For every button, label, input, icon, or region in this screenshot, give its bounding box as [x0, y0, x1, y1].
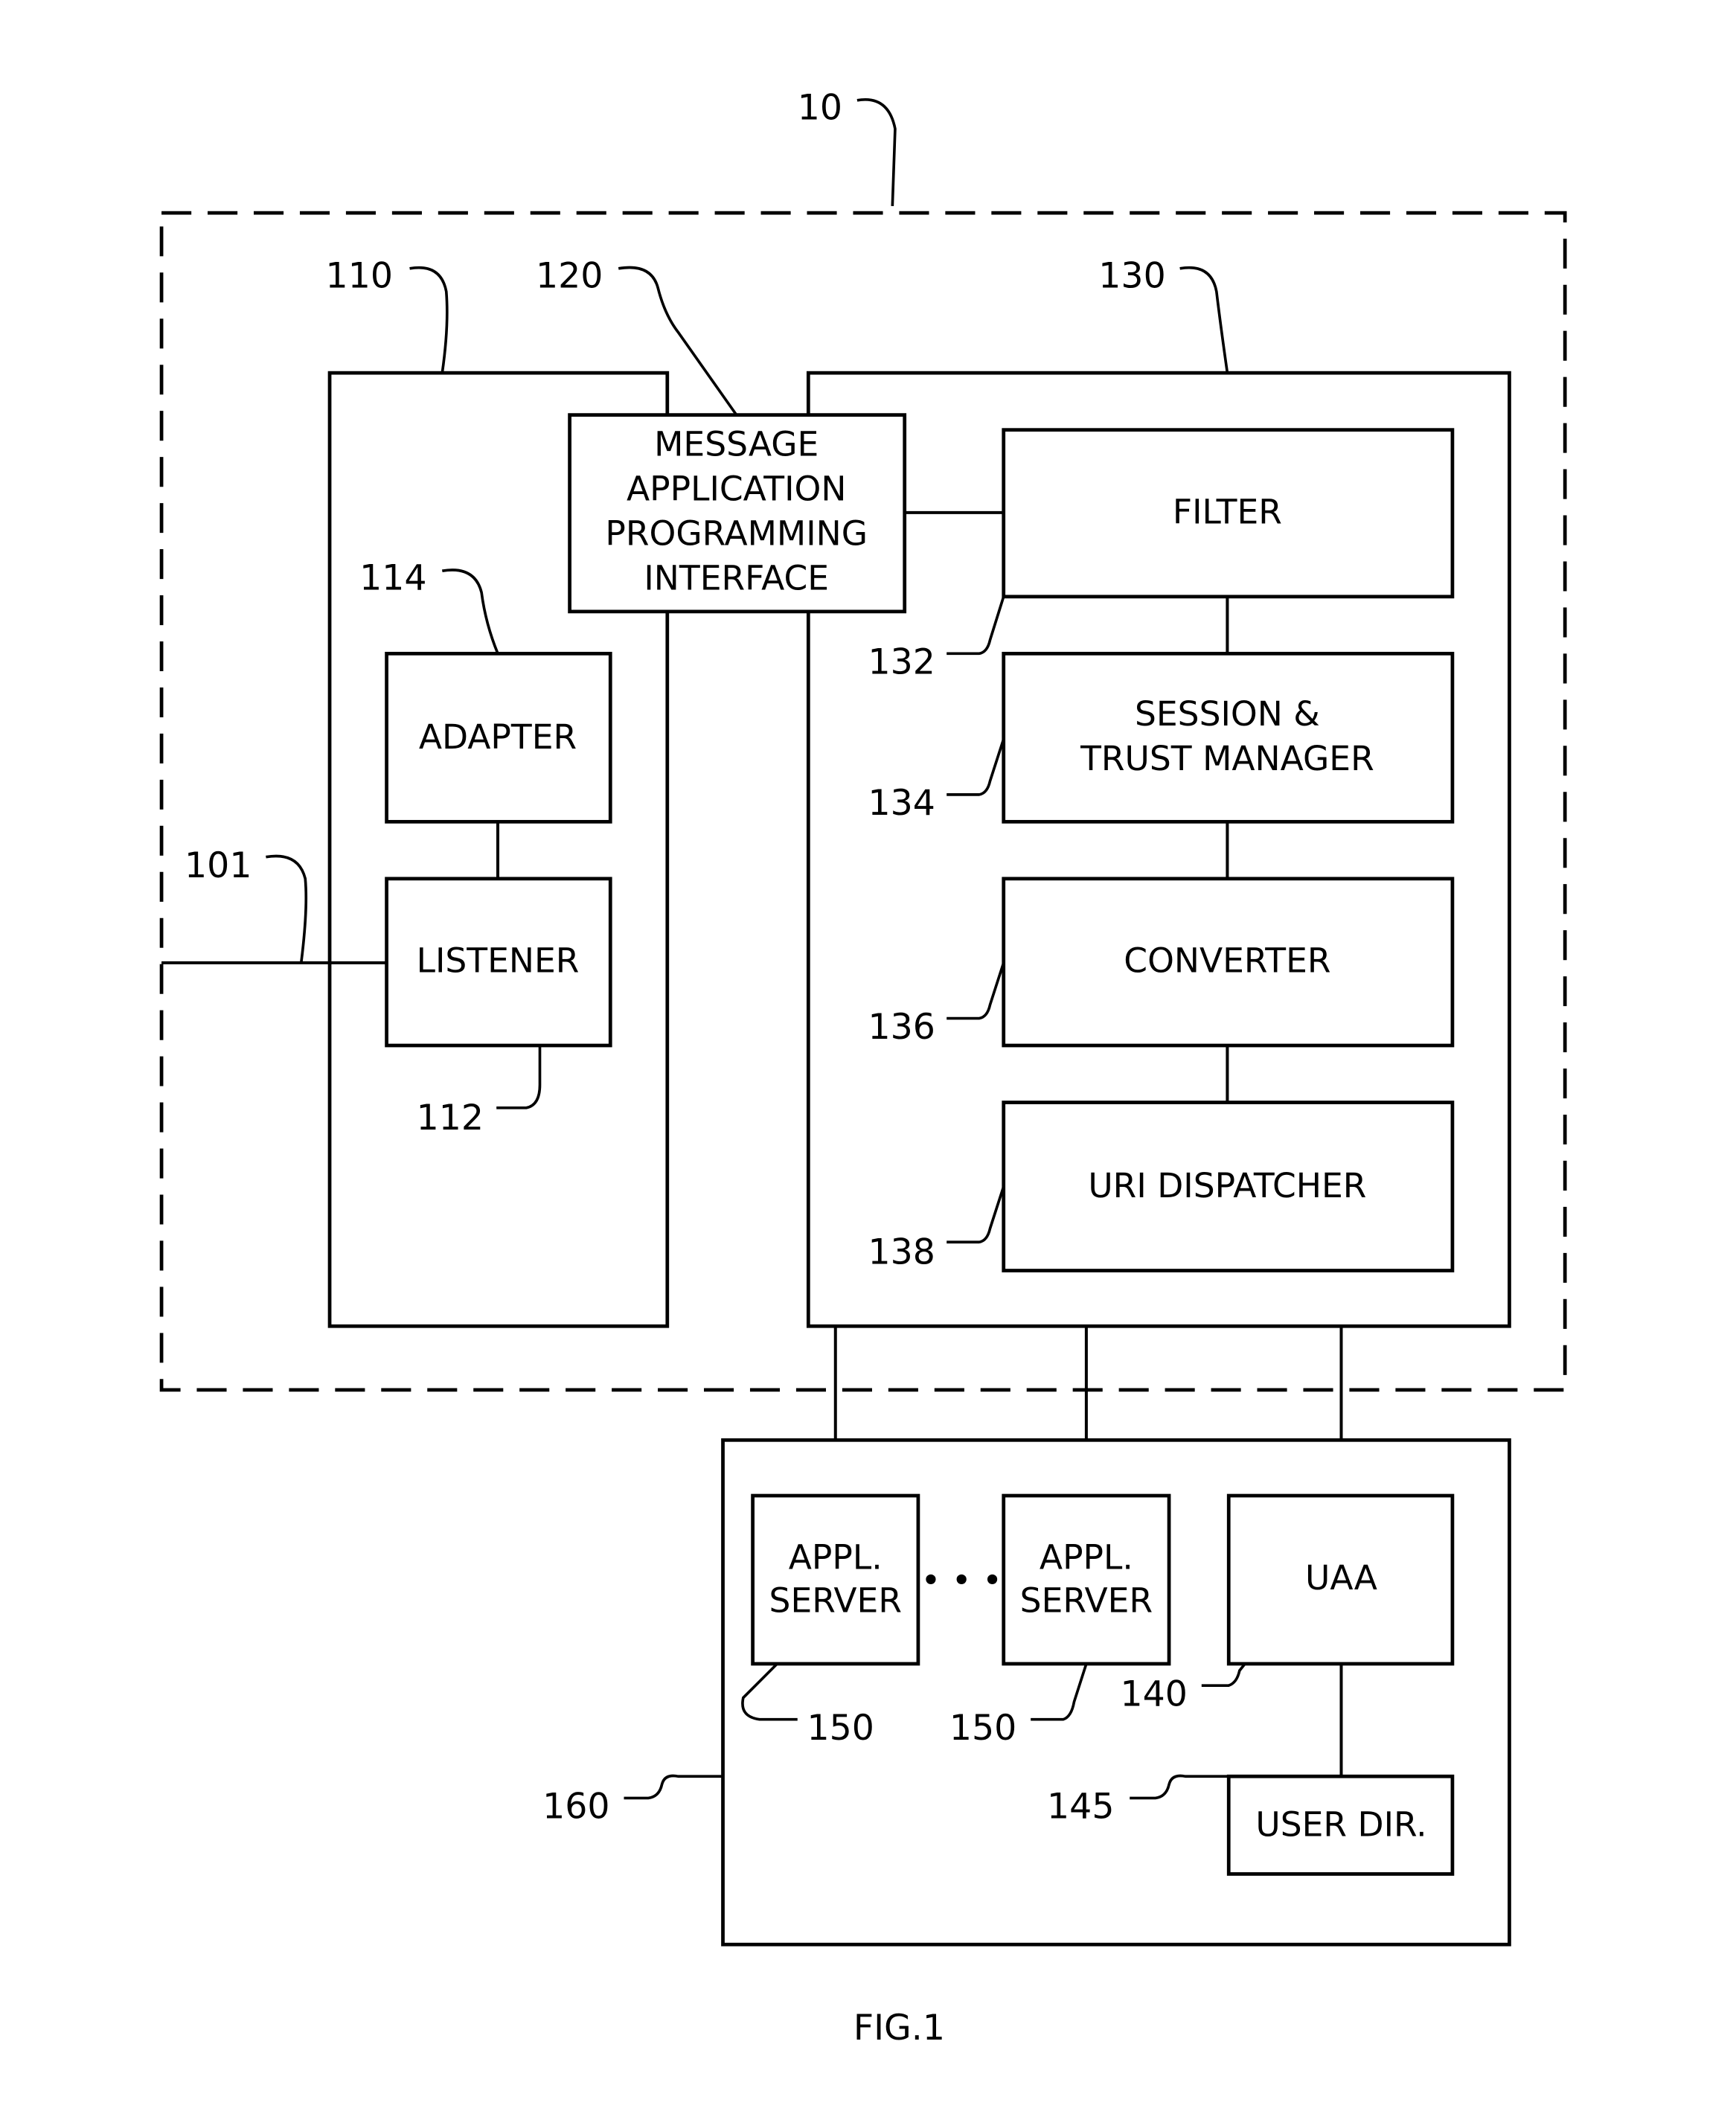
ref-138: 138 — [868, 1231, 935, 1272]
ref-101: 101 — [185, 845, 252, 886]
patent-figure: 10 110 ADAPTER 114 LISTENER 112 101 130 … — [159, 87, 1567, 2049]
leader-101 — [266, 854, 308, 964]
uri-dispatcher-label: URI DISPATCHER — [1088, 1166, 1366, 1205]
appl-server-2-box — [1002, 1493, 1171, 1666]
ref-110: 110 — [326, 255, 393, 296]
ref-136: 136 — [868, 1007, 935, 1048]
ref-112: 112 — [417, 1098, 484, 1138]
user-directory-label: USER DIR. — [1255, 1804, 1426, 1844]
leader-130 — [1179, 266, 1229, 374]
ref-160: 160 — [542, 1787, 609, 1828]
ref-132: 132 — [868, 642, 935, 683]
session-trust-manager-box — [1002, 651, 1455, 824]
ref-150-b: 150 — [949, 1708, 1016, 1749]
ref-140: 140 — [1120, 1673, 1187, 1714]
session-trust-line-1: SESSION & — [1135, 694, 1320, 734]
appl-server-1-line-1: APPL. — [789, 1537, 883, 1577]
session-trust-line-2: TRUST MANAGER — [1080, 739, 1374, 778]
uaa-label: UAA — [1305, 1558, 1377, 1598]
listener-label: LISTENER — [417, 941, 580, 981]
filter-label: FILTER — [1173, 492, 1282, 531]
message-api-line-2: APPLICATION — [627, 469, 846, 508]
appl-server-1-line-2: SERVER — [769, 1581, 902, 1621]
ref-10: 10 — [798, 87, 842, 128]
appl-server-2-line-1: APPL. — [1040, 1537, 1133, 1577]
leader-110 — [409, 266, 449, 374]
ref-114: 114 — [359, 558, 426, 599]
ref-150-a: 150 — [807, 1708, 874, 1749]
appl-server-2-line-2: SERVER — [1020, 1581, 1153, 1621]
ref-120: 120 — [536, 255, 603, 296]
leader-160 — [624, 1774, 723, 1800]
message-api-line-1: MESSAGE — [654, 424, 819, 464]
message-api-line-3: PROGRAMMING — [605, 514, 868, 554]
appl-server-1-box — [751, 1493, 920, 1666]
ref-145: 145 — [1047, 1787, 1114, 1828]
figure-caption: FIG.1 — [853, 2008, 945, 2049]
ellipsis: • • • — [920, 1560, 1002, 1600]
ref-130: 130 — [1098, 255, 1165, 296]
leader-10 — [856, 98, 897, 207]
converter-label: CONVERTER — [1124, 941, 1330, 981]
message-api-line-4: INTERFACE — [644, 559, 829, 598]
ref-134: 134 — [868, 783, 935, 824]
adapter-label: ADAPTER — [419, 717, 577, 757]
